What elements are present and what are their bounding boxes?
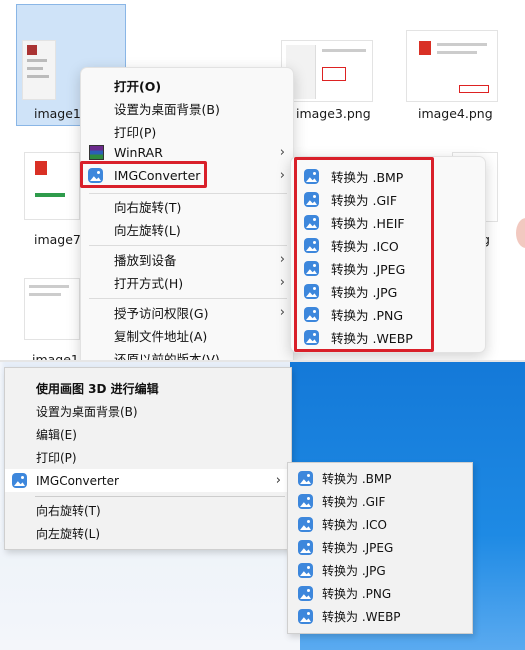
menu-item-copy-path[interactable]: 复制文件地址(A) — [81, 324, 293, 347]
desktop-win10: 使用画图 3D 进行编辑 设置为桌面背景(B) 编辑(E) 打印(P) IMGC… — [0, 362, 525, 650]
menu-item-edit-paint3d[interactable]: 使用画图 3D 进行编辑 — [5, 377, 291, 400]
submenu-item-label: 转换为 .JPEG — [322, 541, 394, 555]
thumb-line — [29, 285, 69, 288]
thumb-progress — [35, 193, 65, 197]
file-thumbnail-image3[interactable] — [281, 40, 373, 102]
convert-to-ico[interactable]: 转换为 .ICO — [288, 513, 472, 536]
convert-to-webp[interactable]: 转换为 .WEBP — [288, 605, 472, 628]
imgconverter-icon — [298, 563, 313, 578]
menu-item-edit[interactable]: 编辑(E) — [5, 423, 291, 446]
menu-item-open[interactable]: 打开(O) — [81, 74, 293, 97]
annotation-highlight-submenu — [294, 157, 434, 352]
pdf-icon — [35, 161, 47, 175]
menu-item-set-wallpaper[interactable]: 设置为桌面背景(B) — [5, 400, 291, 423]
menu-divider — [89, 193, 287, 194]
thumb-line — [437, 43, 487, 46]
menu-item-open-with[interactable]: 打开方式(H) › — [81, 271, 293, 294]
imgconverter-icon — [298, 586, 313, 601]
menu-item-rotate-left[interactable]: 向左旋转(L) — [81, 218, 293, 241]
imgconverter-icon — [298, 471, 313, 486]
thumb-line — [29, 293, 61, 296]
chevron-right-icon: › — [279, 168, 285, 183]
imgconverter-icon — [298, 540, 313, 555]
menu-item-label: 打印(P) — [36, 451, 77, 465]
chevron-right-icon: › — [279, 275, 285, 290]
imgconverter-submenu-win10: 转换为 .BMP 转换为 .GIF 转换为 .ICO 转换为 .JPEG 转换为… — [287, 462, 473, 634]
thumb-red-block — [27, 45, 37, 55]
menu-item-set-wallpaper[interactable]: 设置为桌面背景(B) — [81, 97, 293, 120]
context-menu-win11: 打开(O) 设置为桌面背景(B) 打印(P) WinRAR › IMGConve… — [80, 67, 294, 362]
menu-item-label: IMGConverter — [36, 473, 119, 488]
imgconverter-icon — [12, 473, 27, 488]
thumb-line — [27, 75, 49, 78]
convert-to-jpg[interactable]: 转换为 .JPG — [288, 559, 472, 582]
menu-item-print[interactable]: 打印(P) — [5, 446, 291, 469]
submenu-item-label: 转换为 .BMP — [322, 472, 392, 486]
menu-divider — [35, 496, 285, 497]
menu-divider — [89, 298, 287, 299]
desktop-pale-area — [0, 542, 300, 650]
menu-item-label: 向左旋转(L) — [114, 223, 181, 238]
thumb-line — [27, 67, 43, 70]
chevron-right-icon: › — [279, 145, 285, 160]
chevron-right-icon: › — [279, 252, 285, 267]
menu-item-label: 编辑(E) — [36, 428, 77, 442]
menu-item-label: 播放到设备 — [114, 253, 177, 268]
submenu-item-label: 转换为 .JPG — [322, 564, 386, 578]
menu-item-label: 使用画图 3D 进行编辑 — [36, 382, 159, 396]
thumb-red-mark — [459, 85, 489, 93]
submenu-item-label: 转换为 .GIF — [322, 495, 386, 509]
menu-item-label: 打印(P) — [114, 125, 157, 140]
menu-item-label: 设置为桌面背景(B) — [36, 405, 138, 419]
annotation-highlight-menu-item — [80, 161, 207, 188]
thumb-red-mark — [322, 67, 346, 81]
submenu-item-label: 转换为 .PNG — [322, 587, 392, 601]
menu-item-imgconverter[interactable]: IMGConverter › — [5, 469, 291, 492]
convert-to-bmp[interactable]: 转换为 .BMP — [288, 467, 472, 490]
thumb-line — [437, 51, 477, 54]
menu-item-rotate-right[interactable]: 向右旋转(T) — [81, 195, 293, 218]
thumb-line — [322, 49, 366, 52]
file-thumbnail-image1[interactable] — [22, 40, 56, 100]
menu-item-cast-to-device[interactable]: 播放到设备 › — [81, 248, 293, 271]
menu-item-label: WinRAR — [114, 145, 163, 160]
menu-item-label: 设置为桌面背景(B) — [114, 102, 220, 117]
file-thumbnail-partial[interactable] — [24, 278, 80, 340]
menu-item-give-access[interactable]: 授予访问权限(G) › — [81, 301, 293, 324]
file-label-image1[interactable]: image1.png — [34, 106, 80, 121]
menu-item-label: 向右旋转(T) — [36, 504, 101, 518]
file-thumbnail-image4[interactable] — [406, 30, 498, 102]
explorer-window-win11: image1.png image3.png image4.png image7 … — [0, 0, 525, 362]
menu-item-rotate-left[interactable]: 向左旋转(L) — [5, 522, 291, 545]
menu-item-label: 复制文件地址(A) — [114, 329, 208, 344]
thumb-line — [27, 59, 47, 62]
file-thumbnail-partial[interactable] — [24, 152, 80, 220]
menu-divider — [89, 245, 287, 246]
pdf-icon — [419, 41, 431, 55]
submenu-item-label: 转换为 .WEBP — [322, 610, 401, 624]
menu-item-label: 授予访问权限(G) — [114, 306, 209, 321]
convert-to-gif[interactable]: 转换为 .GIF — [288, 490, 472, 513]
decorative-curve — [516, 218, 525, 248]
chevron-right-icon: › — [279, 305, 285, 320]
submenu-item-label: 转换为 .ICO — [322, 518, 387, 532]
convert-to-jpeg[interactable]: 转换为 .JPEG — [288, 536, 472, 559]
imgconverter-icon — [298, 609, 313, 624]
menu-item-label: 打开(O) — [114, 79, 162, 94]
menu-item-label: 打开方式(H) — [114, 276, 184, 291]
menu-item-print[interactable]: 打印(P) — [81, 120, 293, 143]
context-menu-win10: 使用画图 3D 进行编辑 设置为桌面背景(B) 编辑(E) 打印(P) IMGC… — [4, 367, 292, 550]
chevron-right-icon: › — [275, 473, 281, 488]
imgconverter-icon — [298, 517, 313, 532]
file-label-image4[interactable]: image4.png — [418, 106, 493, 121]
imgconverter-icon — [298, 494, 313, 509]
menu-item-rotate-right[interactable]: 向右旋转(T) — [5, 499, 291, 522]
file-label-image3[interactable]: image3.png — [296, 106, 371, 121]
menu-item-label: 向左旋转(L) — [36, 527, 101, 541]
menu-item-label: 向右旋转(T) — [114, 200, 182, 215]
file-label-partial[interactable]: image7 — [34, 232, 81, 247]
winrar-icon — [89, 145, 104, 160]
convert-to-png[interactable]: 转换为 .PNG — [288, 582, 472, 605]
